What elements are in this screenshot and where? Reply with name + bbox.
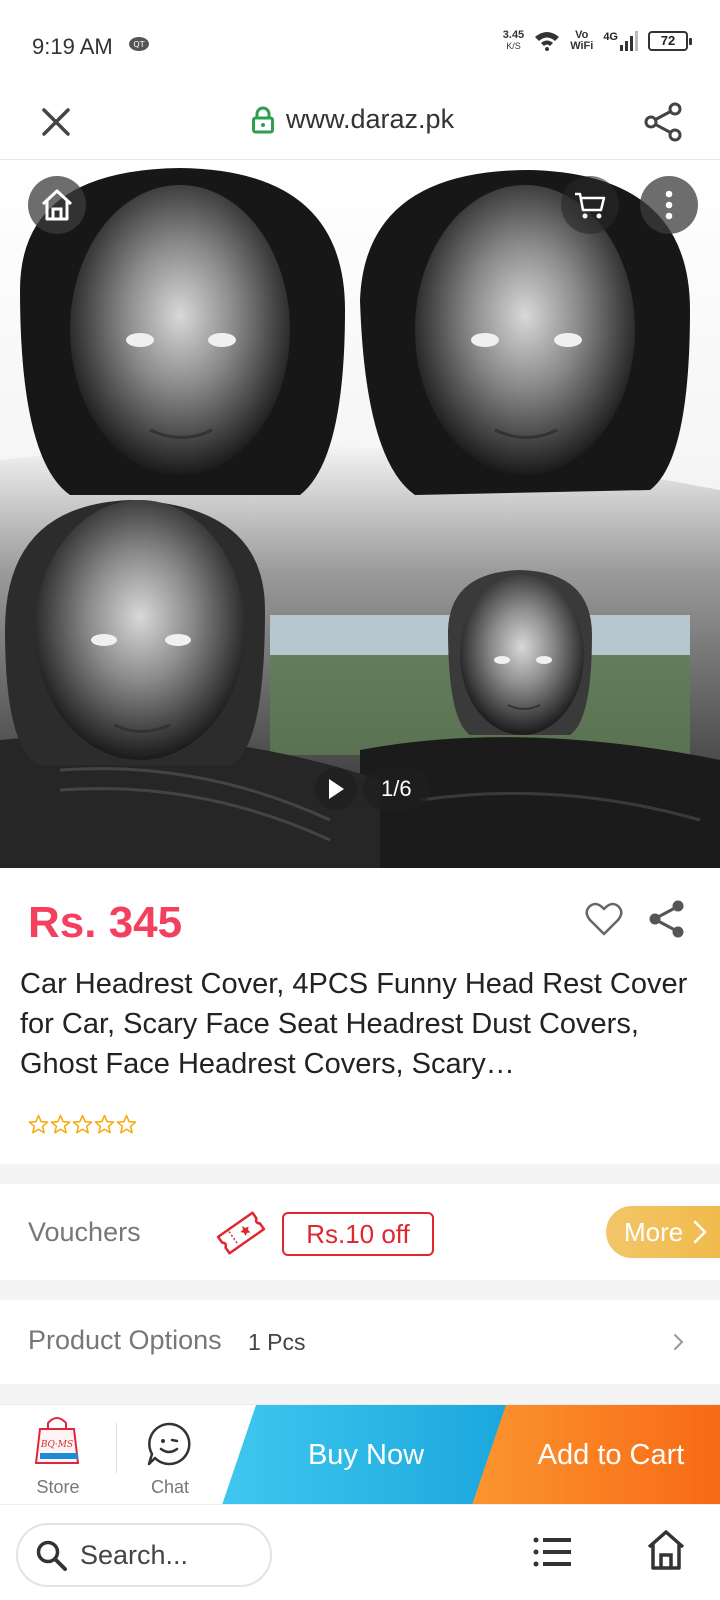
- more-label: More: [624, 1217, 684, 1247]
- cell-signal: 4G: [603, 31, 638, 51]
- svg-text:BQ·MS: BQ·MS: [40, 1440, 73, 1450]
- search-icon: [36, 1540, 67, 1571]
- product-options-label: Product Options: [28, 1325, 222, 1355]
- star-outline-icon: [94, 1114, 115, 1134]
- url-display[interactable]: www.daraz.pk: [252, 104, 454, 135]
- notification-icon: QT: [129, 37, 149, 51]
- product-options-value: 1 Pcs: [248, 1329, 306, 1355]
- browser-bottom-bar: Search...: [0, 1504, 720, 1600]
- purchase-action-bar: BQ·MS Store Chat Buy Now Add to Cart: [0, 1404, 720, 1505]
- store-logo: BQ·MS: [34, 1417, 80, 1464]
- video-play-button[interactable]: [315, 768, 357, 810]
- product-title: Car Headrest Cover, 4PCS Funny Head Rest…: [20, 968, 688, 1080]
- gallery-home-button[interactable]: [28, 176, 86, 234]
- network-type: 4G: [603, 31, 618, 43]
- chevron-right-icon: [674, 1334, 684, 1350]
- product-image: [0, 160, 720, 868]
- chat-button[interactable]: Chat: [118, 1405, 222, 1505]
- lock-icon: [252, 106, 274, 133]
- vouchers-label: Vouchers: [28, 1217, 141, 1247]
- cart-icon: [575, 192, 606, 219]
- wifi-icon: [535, 32, 560, 51]
- store-label: Store: [36, 1477, 80, 1497]
- net-speed-unit: K/S: [506, 41, 521, 51]
- share-icon[interactable]: [642, 100, 686, 144]
- star-outline-icon: [28, 1114, 49, 1134]
- section-divider: [0, 1280, 720, 1300]
- voucher-chip[interactable]: Rs.10 off: [282, 1212, 434, 1256]
- heart-icon[interactable]: [584, 900, 624, 940]
- star-outline-icon: [116, 1114, 137, 1134]
- vowifi-indicator: Vo WiFi: [570, 30, 593, 52]
- star-outline-icon: [72, 1114, 93, 1134]
- net-speed: 3.45 K/S: [503, 30, 524, 52]
- star-outline-icon: [50, 1114, 71, 1134]
- separator: [116, 1423, 117, 1473]
- browser-url-bar: www.daraz.pk: [0, 88, 720, 160]
- search-input[interactable]: Search...: [16, 1523, 272, 1587]
- chat-icon: [147, 1422, 191, 1466]
- chevron-right-icon: [694, 1220, 708, 1244]
- list-icon[interactable]: [532, 1535, 572, 1569]
- share-icon[interactable]: [646, 898, 688, 940]
- gallery-more-button[interactable]: [640, 176, 698, 234]
- home-icon[interactable]: [646, 1529, 686, 1571]
- buy-now-button[interactable]: Buy Now: [222, 1405, 510, 1505]
- home-icon: [41, 189, 73, 221]
- image-counter: 1/6: [363, 768, 430, 810]
- section-divider: [0, 1384, 720, 1404]
- product-image-gallery[interactable]: 1/6: [0, 160, 720, 868]
- store-button[interactable]: BQ·MS Store: [0, 1405, 116, 1505]
- vouchers-more-button[interactable]: More: [606, 1206, 720, 1258]
- status-indicators: 3.45 K/S Vo WiFi 4G 72: [503, 30, 692, 52]
- voucher-ticket-icon: [216, 1211, 266, 1255]
- signal-icon: [620, 31, 638, 51]
- status-bar: 9:19 AM QT 3.45 K/S Vo WiFi 4G 72: [0, 0, 720, 88]
- battery-indicator: 72: [648, 31, 692, 51]
- vowifi-bottom: WiFi: [570, 40, 594, 52]
- gallery-counter: 1/6: [315, 768, 430, 810]
- close-icon[interactable]: [36, 102, 76, 142]
- more-vertical-icon: [665, 190, 673, 220]
- rating-stars[interactable]: [28, 1114, 137, 1135]
- add-to-cart-button[interactable]: Add to Cart: [472, 1405, 720, 1505]
- chat-label: Chat: [150, 1477, 190, 1497]
- gallery-cart-button[interactable]: [561, 176, 619, 234]
- product-price: Rs. 345: [28, 898, 183, 947]
- svg-text:QT: QT: [133, 40, 144, 49]
- play-icon: [329, 779, 344, 799]
- status-time: 9:19 AM: [32, 34, 113, 59]
- url-text: www.daraz.pk: [286, 104, 455, 134]
- section-divider: [0, 1164, 720, 1184]
- net-speed-value: 3.45: [502, 29, 525, 41]
- product-page: 9:19 AM QT 3.45 K/S Vo WiFi 4G 72 www.da…: [0, 0, 720, 1600]
- search-placeholder: Search...: [80, 1539, 189, 1570]
